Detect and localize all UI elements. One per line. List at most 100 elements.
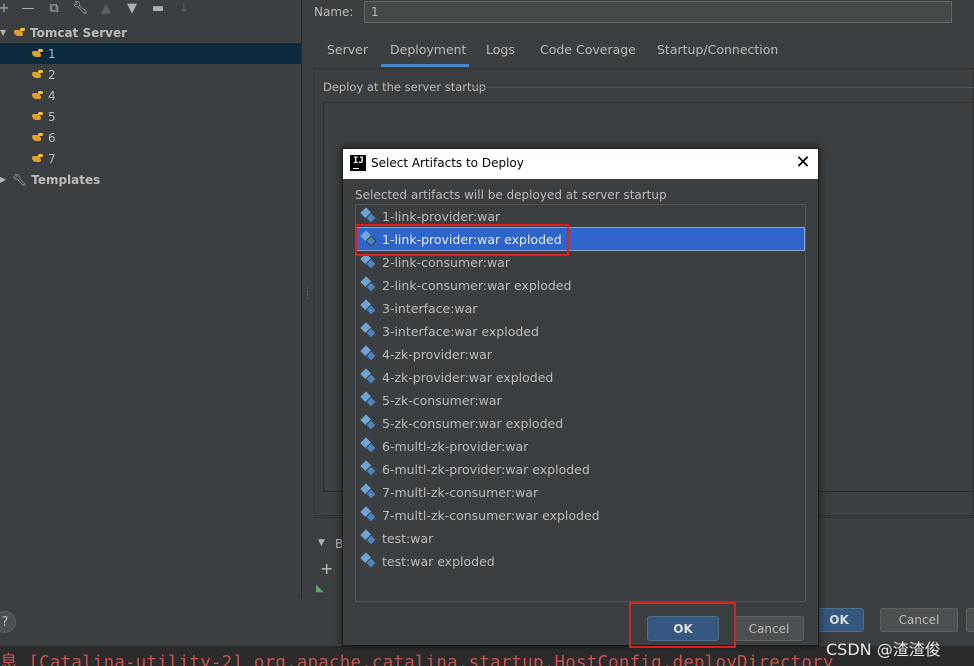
move-up-icon[interactable]: ▲ [98,1,114,17]
dialog-cancel-button[interactable]: Cancel [734,616,804,641]
artifact-label: 2-link-consumer:war [382,254,510,270]
close-icon[interactable]: ✕ [794,153,812,173]
panel-splitter-handle[interactable]: ⋮ ⋮ [303,288,312,301]
watermark: CSDN @渣渣俊 [826,640,941,659]
console-log-line: 息 [Catalina-utility-2] org.apache.catali… [0,653,834,666]
copy-icon[interactable]: ⧉ [46,1,62,17]
tree-item-config[interactable]: 4 [0,85,301,106]
tree-item-label: Templates [31,172,101,187]
tree-item-label: Tomcat Server [30,25,128,40]
apply-button[interactable] [966,608,974,632]
artifact-item[interactable]: 5-zk-consumer:war exploded [357,412,804,434]
artifact-label: 6-multl-zk-provider:war [382,438,529,454]
artifact-item[interactable]: 2-link-consumer:war exploded [357,274,804,296]
tree-toolbar: + — ⧉ 🔧︎ ▲ ▼ ▬ ↓ [0,0,302,20]
remove-icon[interactable]: — [20,1,36,17]
artifact-label: 7-multl-zk-consumer:war exploded [382,507,600,523]
tree-item-config[interactable]: 6 [0,127,301,148]
artifact-icon [360,322,377,339]
artifact-item[interactable]: 4-zk-provider:war exploded [357,366,804,388]
ok-button[interactable]: OK [814,608,864,632]
artifact-icon [360,230,377,247]
artifact-item[interactable]: 3-interface:war [357,297,804,319]
sort-icon[interactable]: ↓ [176,1,192,17]
artifact-list[interactable]: 1-link-provider:war 1-link-provider:war … [355,204,806,602]
artifact-label: 3-interface:war [382,300,478,316]
new-folder-icon[interactable]: ▬ [150,1,166,17]
artifact-item[interactable]: 1-link-provider:war exploded [356,227,805,251]
artifact-label: 5-zk-consumer:war [382,392,502,408]
tree-item-templates[interactable]: ▶ 🔧︎ Templates [0,169,301,190]
tab-code-coverage[interactable]: Code Coverage [540,42,636,57]
artifact-item[interactable]: 1-link-provider:war [357,205,804,227]
name-label: Name: [314,5,354,19]
artifact-item[interactable]: 6-multl-zk-provider:war [357,435,804,457]
dialog-title-bar: IJ Select Artifacts to Deploy ✕ [343,149,818,179]
chevron-down-icon[interactable]: ▼ [318,538,325,548]
artifact-icon [360,391,377,408]
artifact-icon [360,437,377,454]
artifact-icon [360,529,377,546]
add-icon[interactable]: + [0,1,12,17]
chevron-down-icon[interactable]: ▼ [0,28,8,37]
tree-item-config[interactable]: 7 [0,148,301,169]
artifact-icon [360,460,377,477]
tomcat-icon [32,48,44,59]
move-down-icon[interactable]: ▼ [124,1,140,17]
dialog-ok-button[interactable]: OK [647,616,719,641]
artifact-label: 1-link-provider:war exploded [382,231,562,247]
artifact-label: test:war exploded [382,553,495,569]
wrench-icon: 🔧︎ [12,172,28,187]
artifact-label: 6-multl-zk-provider:war exploded [382,461,590,477]
help-button[interactable]: ? [0,611,16,633]
tomcat-icon [32,90,44,101]
tree-item-label: 7 [48,151,56,166]
wrench-icon[interactable]: 🔧︎ [72,1,89,17]
artifact-icon [360,345,377,362]
dialog-description: Selected artifacts will be deployed at s… [355,188,667,202]
tree-item-config[interactable]: 2 [0,64,301,85]
artifact-label: 5-zk-consumer:war exploded [382,415,564,431]
artifact-icon [360,299,377,316]
tree-item-label: 4 [48,88,56,103]
tomcat-icon [32,132,44,143]
artifact-item[interactable]: 3-interface:war exploded [357,320,804,342]
active-tab-indicator [381,64,469,67]
artifact-icon [360,276,377,293]
tab-deployment[interactable]: Deployment [390,42,466,57]
artifact-icon [360,483,377,500]
artifact-label: 4-zk-provider:war exploded [382,369,554,385]
chevron-right-icon[interactable]: ▶ [0,175,8,184]
artifact-item[interactable]: test:war [357,527,804,549]
artifact-icon [360,207,377,224]
artifact-item[interactable]: 7-multl-zk-consumer:war [357,481,804,503]
artifact-icon [360,253,377,270]
section-divider [472,87,974,88]
tomcat-icon [14,27,26,38]
tree-item-config[interactable]: 1 [0,43,301,64]
tomcat-icon [32,111,44,122]
artifact-item[interactable]: test:war exploded [357,550,804,572]
add-task-icon[interactable]: + [320,559,333,578]
tree-item-label: 5 [48,109,56,124]
tab-startup-connection[interactable]: Startup/Connection [657,42,778,57]
artifact-label: 2-link-consumer:war exploded [382,277,572,293]
cancel-button[interactable]: Cancel [880,608,958,632]
tree-item-label: 6 [48,130,56,145]
tab-server[interactable]: Server [327,42,368,57]
build-task-icon: ◣ [316,583,324,594]
name-field[interactable] [364,1,952,23]
tree-item-tomcat-server[interactable]: ▼ Tomcat Server [0,22,301,43]
artifact-icon [360,552,377,569]
tree-item-label: 1 [48,46,56,61]
artifact-item[interactable]: 4-zk-provider:war [357,343,804,365]
tab-logs[interactable]: Logs [486,42,515,57]
artifact-item[interactable]: 7-multl-zk-consumer:war exploded [357,504,804,526]
deploy-section-label: Deploy at the server startup [323,80,487,94]
artifact-item[interactable]: 5-zk-consumer:war [357,389,804,411]
artifact-item[interactable]: 6-multl-zk-provider:war exploded [357,458,804,480]
artifact-item[interactable]: 2-link-consumer:war [357,251,804,273]
run-config-tree-panel: + — ⧉ 🔧︎ ▲ ▼ ▬ ↓ ▼ Tomcat Server 1 2 4 5… [0,0,302,598]
tree-item-config[interactable]: 5 [0,106,301,127]
artifact-label: 3-interface:war exploded [382,323,539,339]
